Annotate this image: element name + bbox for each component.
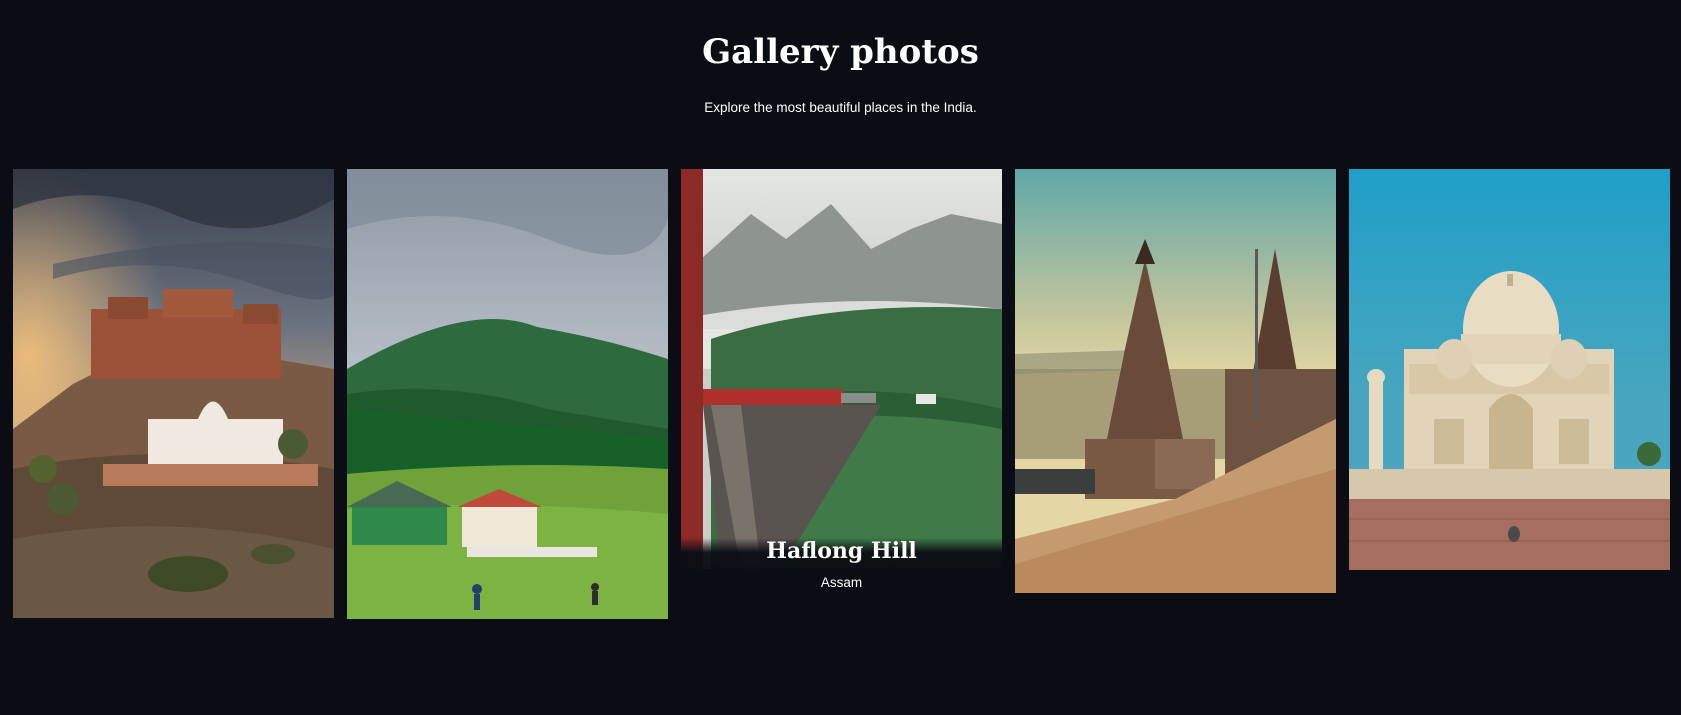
- gallery-card-taj[interactable]: [1349, 169, 1670, 570]
- gallery-card-haflong[interactable]: [681, 169, 1002, 569]
- taj-mahal-photo: [1349, 169, 1670, 570]
- page-title: Gallery photos: [702, 32, 979, 72]
- page-subtitle: Explore the most beautiful places in the…: [704, 100, 977, 115]
- featured-caption: Haflong Hill Assam: [681, 538, 1002, 595]
- gallery-card-valley[interactable]: [347, 169, 668, 619]
- caption-location: Assam: [820, 575, 863, 590]
- fort-on-hill-photo: [13, 169, 334, 618]
- mountain-train-photo: [681, 169, 1002, 569]
- green-valley-photo: [347, 169, 668, 619]
- gallery-card-fort[interactable]: [13, 169, 334, 618]
- caption-title: Haflong Hill: [766, 538, 917, 564]
- gallery-card-ghat[interactable]: [1015, 169, 1336, 593]
- ghat-temple-photo: [1015, 169, 1336, 593]
